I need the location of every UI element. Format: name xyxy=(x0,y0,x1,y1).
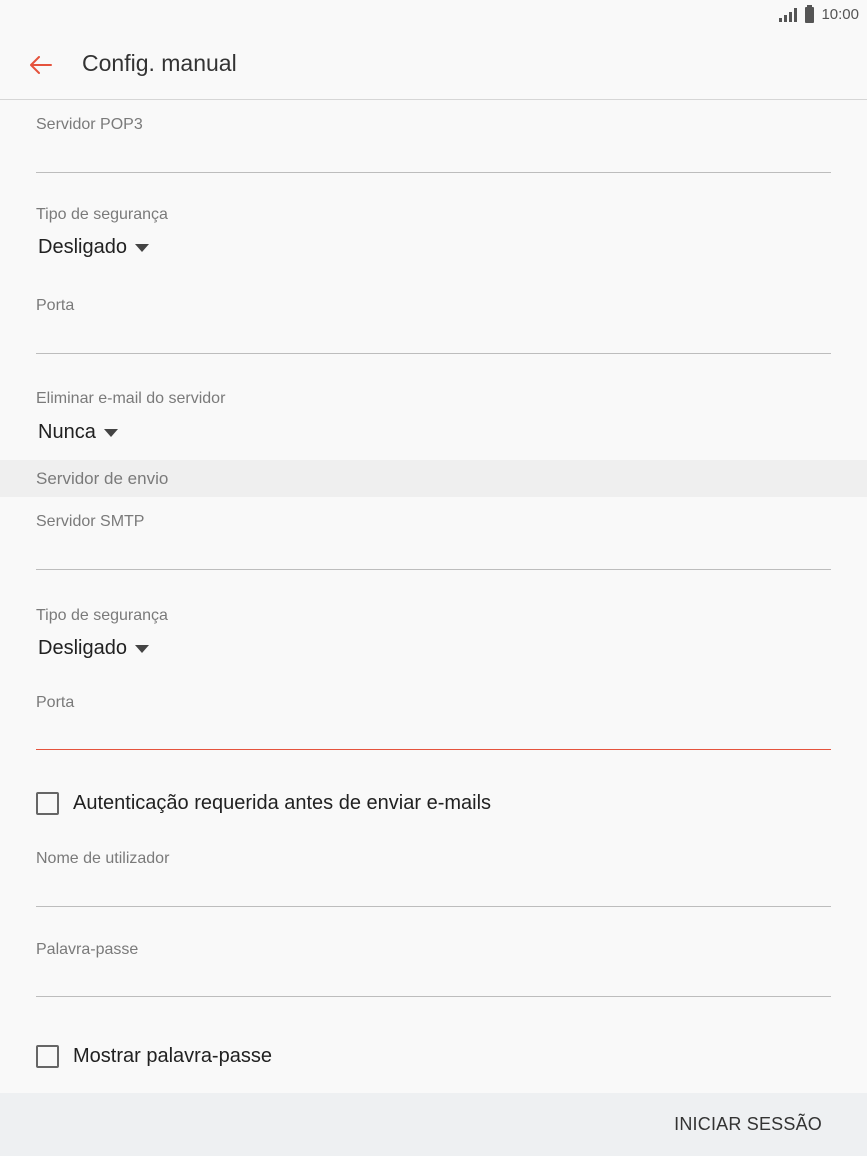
outgoing-port-field[interactable]: Porta xyxy=(36,694,831,750)
username-underline xyxy=(36,906,831,907)
status-time: 10:00 xyxy=(821,6,859,23)
incoming-port-underline xyxy=(36,353,831,354)
incoming-security-field: Tipo de segurança xyxy=(36,206,831,224)
incoming-port-label: Porta xyxy=(36,297,75,314)
auth-required-checkbox-row[interactable]: Autenticação requerida antes de enviar e… xyxy=(36,792,491,815)
back-button[interactable] xyxy=(24,48,58,82)
pop3-server-underline xyxy=(36,172,831,173)
show-password-label: Mostrar palavra-passe xyxy=(73,1045,272,1067)
status-bar: 10:00 xyxy=(0,0,867,30)
dropdown-arrow-icon xyxy=(134,644,149,653)
pop3-server-label: Servidor POP3 xyxy=(36,116,143,133)
bottom-action-bar: INICIAR SESSÃO xyxy=(0,1093,867,1156)
incoming-security-dropdown[interactable]: Desligado xyxy=(38,236,149,259)
auth-required-checkbox[interactable] xyxy=(36,792,59,815)
dropdown-arrow-icon xyxy=(103,428,118,437)
page-title: Config. manual xyxy=(82,50,237,76)
smtp-server-label: Servidor SMTP xyxy=(36,513,145,530)
password-underline xyxy=(36,996,831,997)
show-password-checkbox-row[interactable]: Mostrar palavra-passe xyxy=(36,1045,272,1068)
sign-in-button[interactable]: INICIAR SESSÃO xyxy=(674,1114,822,1135)
incoming-security-value: Desligado xyxy=(38,236,127,258)
incoming-port-field[interactable]: Porta xyxy=(36,297,831,354)
outgoing-security-label: Tipo de segurança xyxy=(36,607,168,624)
smtp-server-field[interactable]: Servidor SMTP xyxy=(36,513,831,570)
outgoing-section-title: Servidor de envio xyxy=(36,469,169,488)
smtp-server-underline xyxy=(36,569,831,570)
delete-email-field: Eliminar e-mail do servidor xyxy=(36,390,831,408)
password-label: Palavra-passe xyxy=(36,941,139,958)
app-bar: Config. manual xyxy=(0,30,867,100)
password-field[interactable]: Palavra-passe xyxy=(36,941,831,997)
outgoing-section-header: Servidor de envio xyxy=(0,460,867,497)
outgoing-security-value: Desligado xyxy=(38,637,127,659)
outgoing-security-field: Tipo de segurança xyxy=(36,607,831,625)
username-label: Nome de utilizador xyxy=(36,850,170,867)
incoming-security-label: Tipo de segurança xyxy=(36,206,168,223)
status-icons: 10:00 xyxy=(779,4,859,23)
delete-email-dropdown[interactable]: Nunca xyxy=(38,421,118,444)
delete-email-label: Eliminar e-mail do servidor xyxy=(36,390,226,407)
delete-email-value: Nunca xyxy=(38,421,96,443)
battery-icon xyxy=(805,4,815,23)
signal-icon xyxy=(779,7,798,22)
show-password-checkbox[interactable] xyxy=(36,1045,59,1068)
auth-required-label: Autenticação requerida antes de enviar e… xyxy=(73,792,492,814)
outgoing-port-label: Porta xyxy=(36,694,75,711)
dropdown-arrow-icon xyxy=(134,243,149,252)
arrow-back-icon xyxy=(30,56,52,74)
outgoing-port-underline xyxy=(36,749,831,750)
outgoing-security-dropdown[interactable]: Desligado xyxy=(38,637,149,660)
username-field[interactable]: Nome de utilizador xyxy=(36,850,831,907)
pop3-server-field[interactable]: Servidor POP3 xyxy=(36,116,831,173)
